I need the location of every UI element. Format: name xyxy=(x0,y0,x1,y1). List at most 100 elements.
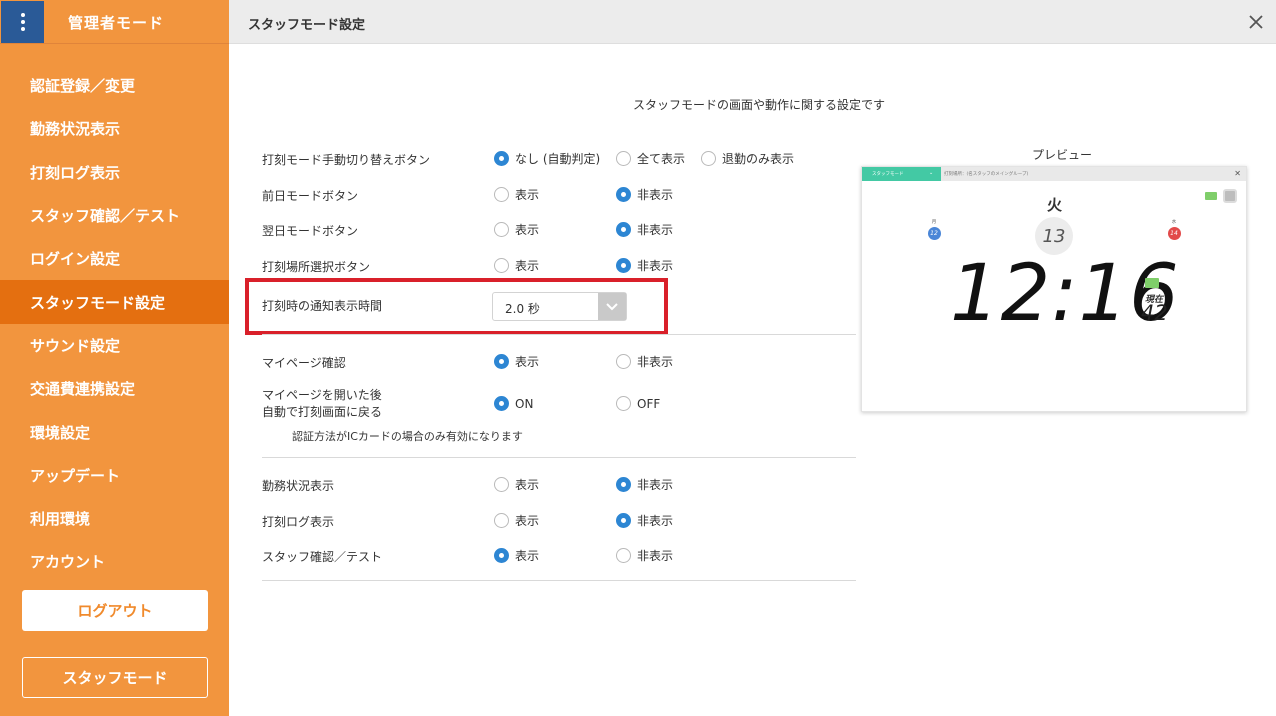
settings-description: スタッフモードの画面や動作に関する設定です xyxy=(633,98,886,112)
sidebar-item-work-status[interactable]: 勤務状況表示 xyxy=(0,107,229,150)
card-icon xyxy=(1205,192,1217,200)
preview-prev-date: 12 xyxy=(927,227,941,240)
radio-checked-icon xyxy=(616,258,631,273)
page-title: スタッフモード設定 xyxy=(248,18,366,33)
radio-mypage-hide[interactable]: 非表示 xyxy=(616,353,673,370)
radio-mode-leave-only[interactable]: 退勤のみ表示 xyxy=(701,150,794,167)
setting-label: 打刻モード手動切り替えボタン xyxy=(262,153,431,167)
radio-label: 非表示 xyxy=(637,259,674,273)
divider xyxy=(262,457,856,458)
radio-mypage-return-off[interactable]: OFF xyxy=(616,396,660,411)
preview-next-day: 水 14 xyxy=(1166,219,1182,240)
sidebar-item-usage-environment[interactable]: 利用環境 xyxy=(0,497,229,540)
divider xyxy=(262,334,856,335)
radio-label: 非表示 xyxy=(637,478,674,492)
radio-mypage-show[interactable]: 表示 xyxy=(494,353,539,370)
sidebar-item-sound-settings[interactable]: サウンド設定 xyxy=(0,324,229,367)
radio-checked-icon xyxy=(494,151,509,166)
radio-location-hide[interactable]: 非表示 xyxy=(616,257,673,274)
radio-log-hide[interactable]: 非表示 xyxy=(616,512,673,529)
sidebar-item-login-settings[interactable]: ログイン設定 xyxy=(0,237,229,280)
setting-row-mode-switch: 打刻モード手動切り替えボタン なし (自動判定) 全て表示 退勤のみ表示 xyxy=(262,144,856,174)
preview-prev-label: 月 xyxy=(931,220,937,225)
setting-row-log: 打刻ログ表示 表示 非表示 xyxy=(262,506,856,536)
sidebar-nav: 認証登録／変更 勤務状況表示 打刻ログ表示 スタッフ確認／テスト ログイン設定 … xyxy=(0,64,229,584)
radio-label: なし (自動判定) xyxy=(515,152,601,166)
sidebar-item-environment-settings[interactable]: 環境設定 xyxy=(0,410,229,453)
radio-label: 退勤のみ表示 xyxy=(722,152,795,166)
radio-mode-all[interactable]: 全て表示 xyxy=(616,150,685,167)
setting-label: マイページを開いた後 自動で打刻画面に戻る xyxy=(262,387,382,421)
radio-mypage-return-on[interactable]: ON xyxy=(494,396,533,411)
radio-staff-check-show[interactable]: 表示 xyxy=(494,547,539,564)
radio-unchecked-icon xyxy=(616,354,631,369)
camera-icon xyxy=(1223,189,1237,203)
radio-unchecked-icon xyxy=(494,513,509,528)
sidebar-item-auth-registration[interactable]: 認証登録／変更 xyxy=(0,64,229,107)
close-button[interactable] xyxy=(1237,1,1275,43)
sidebar: 管理者モード 認証登録／変更 勤務状況表示 打刻ログ表示 スタッフ確認／テスト … xyxy=(0,0,229,716)
preview-location-text: 打刻場所：(名スタッフのメイングループ) xyxy=(944,172,1029,177)
radio-unchecked-icon xyxy=(701,151,716,166)
radio-label: 表示 xyxy=(515,478,540,492)
preview-next-label: 水 xyxy=(1171,220,1177,225)
setting-label-line1: マイページを開いた後 xyxy=(262,388,382,402)
radio-checked-icon xyxy=(616,513,631,528)
setting-row-location: 打刻場所選択ボタン 表示 非表示 xyxy=(262,251,856,281)
setting-row-prev-day: 前日モードボタン 表示 非表示 xyxy=(262,180,856,210)
radio-next-day-show[interactable]: 表示 xyxy=(494,221,539,238)
radio-checked-icon xyxy=(616,477,631,492)
radio-checked-icon xyxy=(616,222,631,237)
staff-mode-button[interactable]: スタッフモード xyxy=(22,657,208,698)
menu-button[interactable] xyxy=(1,1,44,43)
ic-card-note: 認証方法がICカードの場合のみ有効になります xyxy=(292,430,523,443)
setting-label: 翌日モードボタン xyxy=(262,224,359,238)
radio-work-status-hide[interactable]: 非表示 xyxy=(616,476,673,493)
sidebar-item-staff-mode-settings[interactable]: スタッフモード設定 xyxy=(0,280,229,324)
radio-staff-check-hide[interactable]: 非表示 xyxy=(616,547,673,564)
radio-label: 非表示 xyxy=(637,188,674,202)
divider xyxy=(262,580,856,581)
radio-label: OFF xyxy=(637,396,661,411)
highlight-box xyxy=(245,278,668,335)
radio-work-status-show[interactable]: 表示 xyxy=(494,476,539,493)
radio-next-day-hide[interactable]: 非表示 xyxy=(616,221,673,238)
radio-unchecked-icon xyxy=(494,258,509,273)
radio-label: 表示 xyxy=(515,514,540,528)
sidebar-item-transport-settings[interactable]: 交通費連携設定 xyxy=(0,367,229,410)
radio-prev-day-show[interactable]: 表示 xyxy=(494,186,539,203)
radio-location-show[interactable]: 表示 xyxy=(494,257,539,274)
radio-prev-day-hide[interactable]: 非表示 xyxy=(616,186,673,203)
chevron-down-icon: ⌄ xyxy=(929,170,934,176)
setting-label: 打刻場所選択ボタン xyxy=(262,260,371,274)
preview-weekday: 火 xyxy=(1047,196,1063,214)
radio-label: 全て表示 xyxy=(637,152,686,166)
sidebar-item-staff-check[interactable]: スタッフ確認／テスト xyxy=(0,194,229,237)
sidebar-item-punch-log[interactable]: 打刻ログ表示 xyxy=(0,151,229,194)
radio-label: 表示 xyxy=(515,188,540,202)
main-content: スタッフモードの画面や動作に関する設定です 打刻モード手動切り替えボタン なし … xyxy=(229,44,1276,716)
radio-unchecked-icon xyxy=(616,151,631,166)
setting-row-mypage-return: マイページを開いた後 自動で打刻画面に戻る ON OFF xyxy=(262,387,856,427)
radio-label: 非表示 xyxy=(637,549,674,563)
sidebar-item-account[interactable]: アカウント xyxy=(0,540,229,583)
logout-button[interactable]: ログアウト xyxy=(22,590,208,631)
setting-label: 前日モードボタン xyxy=(262,189,359,203)
radio-checked-icon xyxy=(494,396,509,411)
sidebar-item-update[interactable]: アップデート xyxy=(0,454,229,497)
radio-mode-auto[interactable]: なし (自動判定) xyxy=(494,150,600,167)
setting-row-work-status: 勤務状況表示 表示 非表示 xyxy=(262,470,856,500)
close-icon: ✕ xyxy=(1234,169,1241,178)
radio-log-show[interactable]: 表示 xyxy=(494,512,539,529)
setting-label: スタッフ確認／テスト xyxy=(262,550,383,564)
setting-label: マイページ確認 xyxy=(262,356,346,370)
preview-topbar: スタッフモード ⌄ 打刻場所：(名スタッフのメイングループ) ✕ xyxy=(862,167,1246,181)
radio-label: 表示 xyxy=(515,549,540,563)
card-icon xyxy=(1145,278,1159,288)
setting-row-staff-check: スタッフ確認／テスト 表示 非表示 xyxy=(262,541,856,571)
preview-next-date: 14 xyxy=(1167,227,1181,240)
radio-unchecked-icon xyxy=(616,396,631,411)
radio-label: 非表示 xyxy=(637,223,674,237)
setting-row-next-day: 翌日モードボタン 表示 非表示 xyxy=(262,215,856,245)
preview-seconds: 42 xyxy=(1141,301,1168,325)
